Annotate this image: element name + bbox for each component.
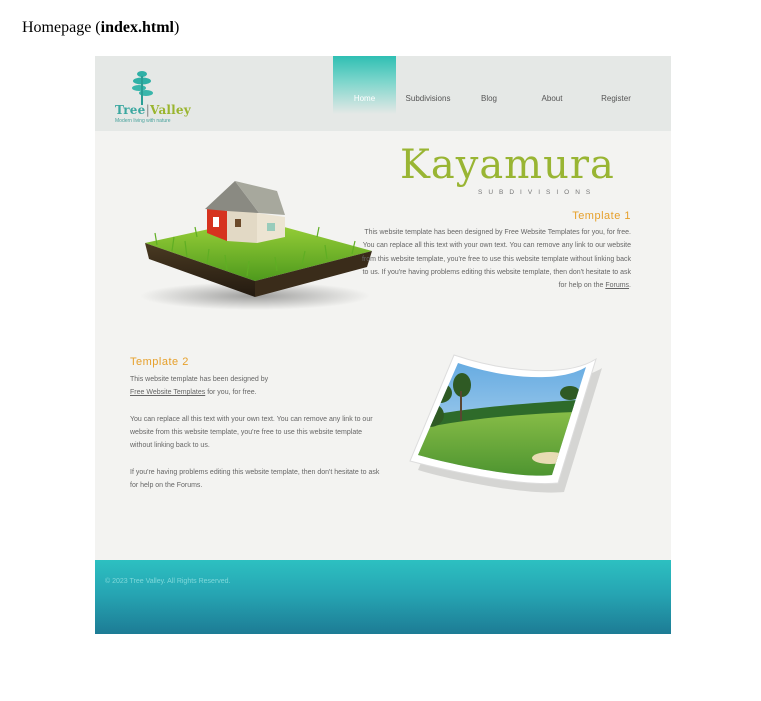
nav-blog[interactable]: Blog <box>469 56 509 114</box>
site-header: Tree|Valley Modern living with nature Ho… <box>95 56 671 131</box>
brand-subtitle: SUBDIVISIONS <box>478 189 597 196</box>
template-2-p1-end: for you, for free. <box>207 389 257 397</box>
template-1-text: This website template has been designed … <box>361 226 631 292</box>
caption-filename: index.html <box>100 19 174 36</box>
brand-title: Kayamura <box>400 142 615 188</box>
site-logo[interactable]: Tree|Valley Modern living with nature <box>115 69 195 125</box>
website-mockup: Tree|Valley Modern living with nature Ho… <box>95 56 671 634</box>
template-2-heading: Template 2 <box>130 356 189 368</box>
template-1-end: . <box>629 282 631 290</box>
template-2-paragraph-2: You can replace all this text with your … <box>130 415 373 450</box>
house-on-grass-image <box>140 181 372 310</box>
nav-subdivisions[interactable]: Subdivisions <box>398 56 458 114</box>
template-2-paragraph-3: If you're having problems editing this w… <box>130 469 380 490</box>
site-footer: © 2023 Tree Valley. All Rights Reserved. <box>95 560 671 634</box>
copyright-text: © 2023 Tree Valley. All Rights Reserved. <box>105 578 231 585</box>
nav-home[interactable]: Home <box>333 56 396 114</box>
golf-course-photo <box>409 354 602 493</box>
template-2-paragraph-1: This website template has been designed … <box>130 373 380 400</box>
caption-prefix: Homepage ( <box>22 19 101 36</box>
template-1-body: This website template has been designed … <box>361 229 631 290</box>
logo-name-right: Valley <box>150 103 191 117</box>
template-2-p1-text: This website template has been designed … <box>130 376 269 383</box>
house-icon <box>205 181 285 243</box>
template-2-text: This website template has been designed … <box>130 373 380 506</box>
forums-link[interactable]: Forums <box>605 282 629 289</box>
free-website-templates-link[interactable]: Free Website Templates <box>130 389 205 396</box>
nav-about[interactable]: About <box>529 56 575 114</box>
tree-logo-icon <box>132 71 153 105</box>
logo-tagline: Modern living with nature <box>115 118 171 124</box>
page-caption: Homepage (index.html) <box>22 19 179 37</box>
caption-suffix: ) <box>173 19 180 36</box>
template-1-heading: Template 1 <box>572 210 631 222</box>
logo-name-left: Tree <box>115 103 146 117</box>
nav-register[interactable]: Register <box>591 56 641 114</box>
logo-name: Tree|Valley <box>115 103 191 117</box>
